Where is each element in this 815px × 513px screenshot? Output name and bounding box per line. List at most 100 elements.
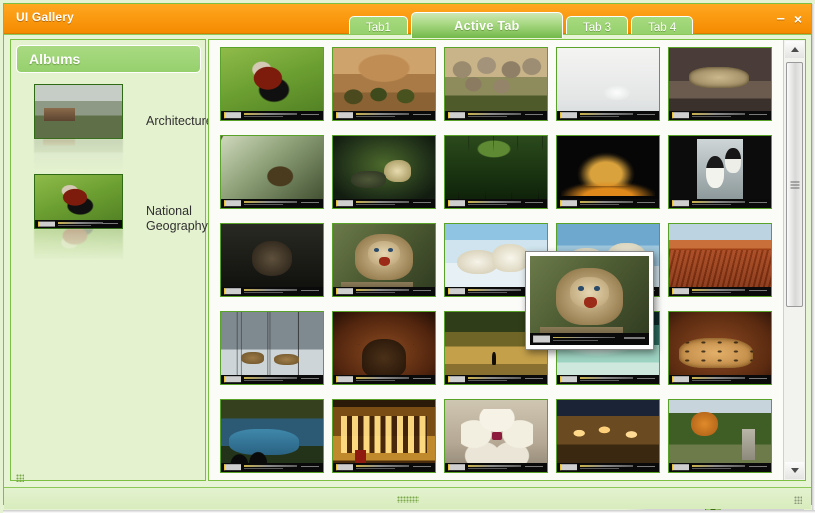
tab-label: Tab 3 <box>582 21 612 34</box>
thumbnail-cell[interactable] <box>668 223 772 297</box>
thumbnail-cell[interactable] <box>220 135 324 209</box>
deer-with-antlers <box>333 312 435 384</box>
album-thumb-wrap <box>34 174 123 259</box>
photo-caption-bar <box>669 198 771 208</box>
thumbnail-cell[interactable] <box>220 47 324 121</box>
ladybug-on-leaf <box>221 48 323 120</box>
thumbnail-cell[interactable] <box>220 311 324 385</box>
cougar-cub-closeup <box>530 256 649 345</box>
cougar-cub-hidden <box>333 224 435 296</box>
thumbnail-cell[interactable] <box>332 399 436 473</box>
thumbnail-grid <box>220 47 780 480</box>
minimize-button[interactable]: – <box>776 11 784 26</box>
photo-caption-bar <box>557 110 659 120</box>
frogs-on-rock <box>333 136 435 208</box>
photo-caption-bar <box>557 462 659 472</box>
wolves-in-winter-forest <box>221 312 323 384</box>
scroll-down-arrow-icon[interactable] <box>785 462 804 479</box>
album-thumb-wrap <box>34 84 123 169</box>
evening-street-scene <box>557 400 659 472</box>
thumbnail-cell[interactable] <box>332 135 436 209</box>
albums-header-label: Albums <box>29 51 81 67</box>
penguins-on-ice <box>669 136 771 208</box>
red-sand-dune <box>669 224 771 296</box>
thumbnail-cell[interactable] <box>668 399 772 473</box>
photo-caption-bar <box>35 220 122 228</box>
thumbnail-cell[interactable] <box>444 399 548 473</box>
resize-grip[interactable] <box>396 496 419 503</box>
japanese-garden-lantern <box>669 400 771 472</box>
gallery-panel <box>208 39 806 481</box>
photo-caption-bar <box>669 286 771 296</box>
photo-caption-bar <box>333 110 435 120</box>
album-thumbnail-architecture[interactable] <box>34 84 123 139</box>
desert-village-palms <box>333 48 435 120</box>
scrollbar-thumb[interactable] <box>786 62 803 307</box>
thumbnail-cell[interactable] <box>556 47 660 121</box>
lake-overlook-silhouettes <box>221 400 323 472</box>
albums-header: Albums <box>16 45 201 73</box>
thumbnail-cell[interactable] <box>668 47 772 121</box>
window-title: UI Gallery <box>16 10 75 24</box>
thumbnail-grid-viewport <box>209 40 783 480</box>
sidebar-item-architecture[interactable]: Architecture <box>11 84 213 174</box>
thumbnail-cell[interactable] <box>332 223 436 297</box>
thumbnail-cell[interactable] <box>444 47 548 121</box>
sidebar-item-national-geography[interactable]: National Geography <box>11 174 208 264</box>
arctic-fox-in-snow <box>557 48 659 120</box>
cheetah-resting <box>669 312 771 384</box>
thumbnail-cell[interactable] <box>332 311 436 385</box>
scrollbar-grip-icon <box>790 181 799 188</box>
scroll-up-arrow-icon[interactable] <box>785 41 804 58</box>
photo-caption-bar <box>557 374 659 384</box>
application-window: UI Gallery Tab1 Active Tab Tab 3 Tab 4 –… <box>0 0 815 513</box>
jungle-canopy <box>445 136 547 208</box>
window-body: Albums Architecture National Geography <box>4 34 811 513</box>
photo-caption-bar <box>557 198 659 208</box>
title-bar[interactable]: UI Gallery Tab1 Active Tab Tab 3 Tab 4 –… <box>4 4 811 38</box>
thumbnail-cell[interactable] <box>668 135 772 209</box>
albums-sidebar: Albums Architecture National Geography <box>10 39 213 481</box>
photo-caption-bar <box>669 462 771 472</box>
photo-caption-bar <box>445 462 547 472</box>
popout-frame <box>530 256 649 345</box>
photo-caption-bar <box>669 110 771 120</box>
photo-caption-bar <box>221 286 323 296</box>
thumbnail-cell[interactable] <box>332 47 436 121</box>
photo-caption-bar <box>445 374 547 384</box>
photo-caption-bar <box>333 286 435 296</box>
tab-active-tab[interactable]: Active Tab <box>410 12 563 38</box>
cathedral-at-night <box>557 136 659 208</box>
thumbnail-cell[interactable] <box>220 399 324 473</box>
thumbnail-cell[interactable] <box>668 311 772 385</box>
photo-caption-bar <box>530 333 649 345</box>
hovered-thumbnail-popout[interactable] <box>525 251 654 350</box>
thumbnail-cell[interactable] <box>220 223 324 297</box>
album-list: Architecture National Geography <box>11 84 213 264</box>
photo-caption-bar <box>221 110 323 120</box>
close-icon[interactable]: × <box>794 12 802 26</box>
tab-label: Active Tab <box>454 18 520 33</box>
album-thumbnail-reflection <box>34 229 123 259</box>
thorn-branches <box>221 136 323 208</box>
thumbnail-cell[interactable] <box>444 135 548 209</box>
vertical-scrollbar[interactable] <box>783 40 805 480</box>
tab-label: Tab1 <box>366 21 391 34</box>
window-controls: – × <box>776 11 802 26</box>
white-hibiscus-flower <box>445 400 547 472</box>
album-thumbnail-national-geography[interactable] <box>34 174 123 229</box>
resize-grip-bottom-right[interactable] <box>794 496 802 504</box>
photo-caption-bar <box>221 198 323 208</box>
photo-caption-bar <box>333 198 435 208</box>
leopard-on-ledge <box>669 48 771 120</box>
photo-caption-bar <box>445 110 547 120</box>
monkey-in-tree <box>221 224 323 296</box>
thumbnail-cell[interactable] <box>556 399 660 473</box>
thumbnail-cell[interactable] <box>556 135 660 209</box>
album-thumbnail-reflection <box>34 139 123 169</box>
status-bar <box>4 487 811 509</box>
resize-grip-bottom-left[interactable] <box>16 474 24 482</box>
mountain-village-photo <box>35 85 122 138</box>
sidebar-item-label: National Geography <box>146 204 208 233</box>
photo-caption-bar <box>669 374 771 384</box>
